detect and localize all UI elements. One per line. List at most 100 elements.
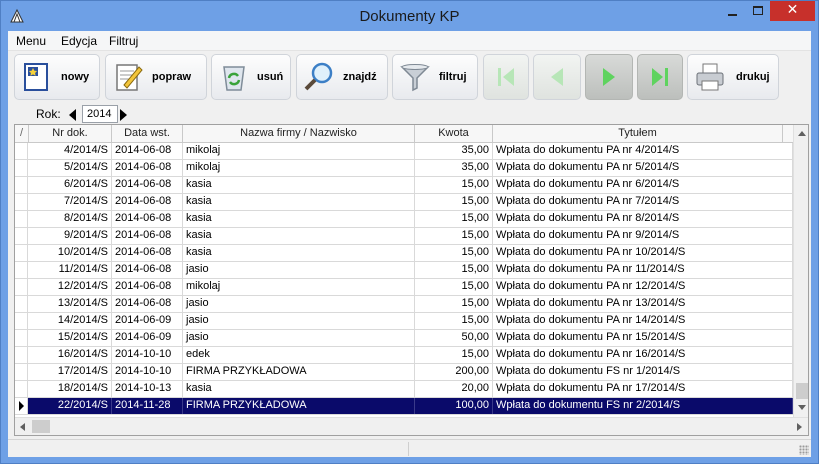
table-row[interactable]: 9/2014/S 2014-06-08 kasia 15,00 Wpłata do do… [15,228,793,245]
last-record-button[interactable] [637,54,683,100]
table-row[interactable]: 8/2014/S 2014-06-08 kasia 15,00 Wpłata do do… [15,211,793,228]
row-indicator[interactable] [15,262,28,278]
cell-tytulem: Wpłata do dokumentu PA nr 17/2014/S [493,381,793,397]
delete-button[interactable]: usuń [211,54,291,100]
row-indicator[interactable] [15,211,28,227]
first-record-button[interactable] [483,54,529,100]
magnifier-icon [304,62,333,91]
cell-data-wst: 2014-06-08 [112,177,183,193]
printer-icon [696,63,724,91]
horizontal-scroll-thumb[interactable] [32,420,50,433]
row-indicator[interactable] [15,143,28,159]
vertical-scrollbar[interactable] [793,125,808,417]
row-indicator[interactable] [15,381,28,397]
maximize-button[interactable] [745,1,771,21]
cell-data-wst: 2014-06-09 [112,313,183,329]
cell-data-wst: 2014-11-28 [112,398,183,414]
table-row[interactable]: 22/2014/S 2014-11-28 FIRMA PRZYKŁADOWA 100,… [15,398,793,415]
previous-record-icon [551,68,563,86]
cell-data-wst: 2014-06-08 [112,228,183,244]
first-record-icon [498,68,514,86]
cell-nr-dok: 13/2014/S [29,296,112,312]
row-indicator[interactable] [15,398,28,414]
cell-nazwa: kasia [183,194,415,210]
vertical-scroll-thumb[interactable] [796,383,808,399]
table-row[interactable]: 17/2014/S 2014-10-10 FIRMA PRZYKŁADOWA 200,… [15,364,793,381]
print-button[interactable]: drukuj [687,54,779,100]
cell-data-wst: 2014-06-08 [112,296,183,312]
cell-nazwa: mikolaj [183,160,415,176]
minimize-button[interactable] [719,1,745,21]
title-bar[interactable]: Dokumenty KP ✕ [1,1,818,31]
grid-rows: 4/2014/S 2014-06-08 mikolaj 35,00 Wpłata do … [15,143,793,415]
cell-nazwa: jasio [183,262,415,278]
year-previous-icon[interactable] [69,109,76,121]
edit-document-icon [116,64,143,91]
table-row[interactable]: 11/2014/S 2014-06-08 jasio 15,00 Wpłata do d… [15,262,793,279]
cell-kwota: 15,00 [415,211,493,227]
cell-nazwa: kasia [183,245,415,261]
row-indicator[interactable] [15,245,28,261]
close-button[interactable]: ✕ [770,1,815,21]
scroll-left-button[interactable] [15,418,31,435]
row-indicator[interactable] [15,296,28,312]
table-row[interactable]: 14/2014/S 2014-06-09 jasio 15,00 Wpłata do d… [15,313,793,330]
row-indicator[interactable] [15,347,28,363]
table-row[interactable]: 5/2014/S 2014-06-08 mikolaj 35,00 Wpłata do … [15,160,793,177]
row-indicator[interactable] [15,160,28,176]
find-button[interactable]: znajdź [296,54,388,100]
menu-menu[interactable]: Menu [16,34,46,48]
table-row[interactable]: 15/2014/S 2014-06-09 jasio 50,00 Wpłata do d… [15,330,793,347]
row-indicator[interactable] [15,177,28,193]
scroll-left-icon [20,423,25,431]
row-indicator[interactable] [15,228,28,244]
next-record-button[interactable] [585,54,633,100]
cell-kwota: 15,00 [415,262,493,278]
horizontal-scrollbar[interactable] [15,417,808,435]
edit-button[interactable]: popraw [105,54,207,100]
sort-indicator[interactable]: / [15,125,29,143]
table-row[interactable]: 4/2014/S 2014-06-08 mikolaj 35,00 Wpłata do … [15,143,793,160]
table-row[interactable]: 18/2014/S 2014-10-13 kasia 20,00 Wpłata do d… [15,381,793,398]
table-row[interactable]: 13/2014/S 2014-06-08 jasio 15,00 Wpłata do d… [15,296,793,313]
column-header-nazwa[interactable]: Nazwa firmy / Nazwisko [183,125,415,143]
filter-button[interactable]: filtruj [392,54,478,100]
table-row[interactable]: 10/2014/S 2014-06-08 kasia 15,00 Wpłata do d… [15,245,793,262]
cell-nr-dok: 22/2014/S [29,398,112,414]
cell-tytulem: Wpłata do dokumentu PA nr 14/2014/S [493,313,793,329]
row-indicator[interactable] [15,313,28,329]
row-indicator[interactable] [15,330,28,346]
year-next-icon[interactable] [120,109,127,121]
cell-kwota: 15,00 [415,194,493,210]
menu-filtruj[interactable]: Filtruj [109,34,138,48]
column-header-kwota[interactable]: Kwota [415,125,493,143]
previous-record-button[interactable] [533,54,581,100]
next-record-icon [603,68,615,86]
cell-data-wst: 2014-06-08 [112,211,183,227]
table-row[interactable]: 7/2014/S 2014-06-08 kasia 15,00 Wpłata do do… [15,194,793,211]
year-field[interactable]: 2014 [82,105,118,123]
funnel-filter-icon [400,64,430,92]
table-row[interactable]: 12/2014/S 2014-06-08 mikolaj 15,00 Wpłata do… [15,279,793,296]
cell-tytulem: Wpłata do dokumentu PA nr 4/2014/S [493,143,793,159]
row-indicator[interactable] [15,364,28,380]
column-header-data-wst[interactable]: Data wst. [112,125,183,143]
new-button[interactable]: nowy [14,54,100,100]
cell-nazwa: mikolaj [183,279,415,295]
row-indicator[interactable] [15,279,28,295]
scroll-right-button[interactable] [791,418,807,435]
resize-grip-icon[interactable] [799,445,809,455]
column-header-tytulem[interactable]: Tytułem [493,125,783,143]
menu-edycja[interactable]: Edycja [61,34,97,48]
cell-nazwa: kasia [183,228,415,244]
scroll-down-button[interactable] [794,399,808,415]
scroll-up-button[interactable] [794,126,808,142]
cell-data-wst: 2014-10-10 [112,347,183,363]
column-header-nr-dok[interactable]: Nr dok. [29,125,112,143]
row-indicator[interactable] [15,194,28,210]
table-row[interactable]: 16/2014/S 2014-10-10 edek 15,00 Wpłata do do… [15,347,793,364]
table-row[interactable]: 6/2014/S 2014-06-08 kasia 15,00 Wpłata do do… [15,177,793,194]
cell-data-wst: 2014-06-09 [112,330,183,346]
cell-nr-dok: 14/2014/S [29,313,112,329]
new-button-label: nowy [61,71,90,83]
